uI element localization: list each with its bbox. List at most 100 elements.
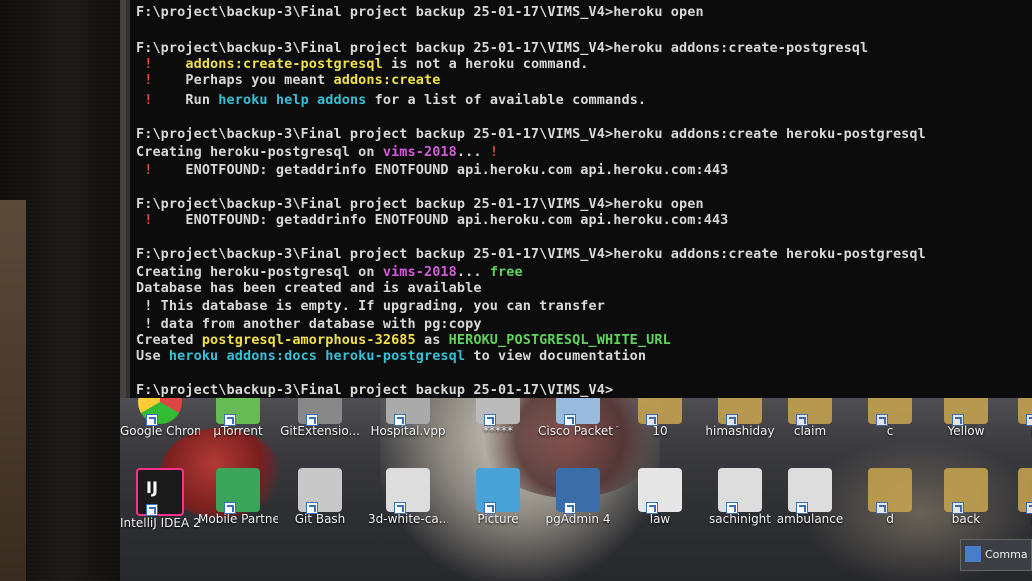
shortcut-arrow-icon	[646, 502, 658, 514]
intellij-icon: IJ	[136, 468, 184, 516]
error-marker: !	[136, 72, 186, 88]
desktop-icon[interactable]: ambulance	[770, 468, 850, 526]
desktop-icon[interactable]: *****	[458, 398, 538, 438]
desktop-icon-label: d	[886, 512, 894, 526]
image-file-icon	[718, 468, 762, 514]
command-prompt-window[interactable]: F:\project\backup-3\Final project backup…	[120, 0, 1032, 398]
desktop-icon-label: µTorrent	[213, 424, 263, 438]
folder-icon	[1018, 468, 1032, 514]
desktop-icon[interactable]: sachinight	[700, 468, 780, 526]
chrome-icon	[138, 398, 182, 426]
terminal-line: ! Perhaps you meant addons:create	[136, 72, 440, 88]
desktop-icon-label: 3d-white-ca...	[368, 512, 448, 526]
terminal-line: ! This database is empty. If upgrading, …	[136, 298, 605, 314]
desktop-icon-label: *****	[483, 424, 513, 438]
desktop-icon[interactable]: Hospital.vpp	[368, 398, 448, 438]
terminal-text: F:\project\backup-3\Final project backup…	[136, 126, 926, 142]
folder-icon	[1018, 398, 1032, 426]
terminal-text: ...	[456, 264, 490, 280]
error-marker: !	[136, 56, 186, 72]
taskbar-command-prompt[interactable]: Comma	[960, 539, 1032, 571]
terminal-line: F:\project\backup-3\Final project backup…	[136, 246, 926, 262]
windows-desktop: Comma Google Chrome µTorrent GitExtensio..…	[120, 398, 1032, 581]
desktop-icon[interactable]: Google Chrome	[120, 398, 200, 438]
git-bash-icon	[298, 468, 342, 514]
desktop-icon-label: Mobile Partner	[198, 512, 278, 526]
shortcut-arrow-icon	[146, 414, 158, 426]
desktop-icon-label: sachinight	[708, 512, 771, 526]
terminal-text: Perhaps you meant	[185, 72, 334, 88]
desktop-icon[interactable]: GitExtensio...	[280, 398, 360, 438]
shortcut-arrow-icon	[394, 502, 406, 514]
shortcut-arrow-icon	[306, 414, 318, 426]
shortcut-arrow-icon	[564, 502, 576, 514]
terminal-line: Created postgresql-amorphous-32685 as HE…	[136, 332, 671, 348]
desktop-icon-label: pgAdmin 4	[545, 512, 611, 526]
desk-edge	[0, 200, 26, 581]
terminal-line: Database has been created and is availab…	[136, 280, 482, 296]
desktop-icon-label: Cisco Packet Tracer	[538, 424, 618, 438]
gitextensions-icon	[298, 398, 342, 426]
error-marker: !	[489, 144, 499, 160]
terminal-line: Use heroku addons:docs heroku-postgresql…	[136, 348, 646, 364]
shortcut-arrow-icon	[726, 414, 738, 426]
shortcut-arrow-icon	[876, 502, 888, 514]
desktop-icon[interactable]: claim	[770, 398, 850, 438]
desktop-icon[interactable]: Yellow	[926, 398, 1006, 438]
terminal-text: is not a heroku command.	[382, 56, 589, 72]
desktop-icon-label: pic	[1000, 512, 1032, 526]
folder-icon	[788, 398, 832, 426]
terminal-text: for a list of available commands.	[366, 92, 647, 108]
shortcut-arrow-icon	[876, 414, 888, 426]
desktop-icon[interactable]: Mobile Partner	[198, 468, 278, 526]
shortcut-arrow-icon	[484, 414, 496, 426]
desktop-icon[interactable]: µTorrent	[198, 398, 278, 438]
terminal-line: F:\project\backup-3\Final project backup…	[136, 382, 613, 398]
shortcut-arrow-icon	[394, 414, 406, 426]
desktop-icon-label: c	[886, 424, 894, 438]
window-edge-glare	[120, 0, 130, 398]
desktop-icon-label: GitExtensio...	[280, 424, 360, 438]
desktop-icon-label: claim	[793, 424, 827, 438]
desktop-icon[interactable]: pgAdmin 4	[538, 468, 618, 526]
terminal-text: Run	[185, 92, 219, 108]
desktop-icon[interactable]: 3d-white-ca...	[368, 468, 448, 526]
shortcut-arrow-icon	[224, 502, 236, 514]
shortcut-arrow-icon	[726, 502, 738, 514]
terminal-text: Created	[136, 332, 202, 348]
vpp-file-icon	[386, 398, 430, 426]
terminal-text: F:\project\backup-3\Final project backup…	[136, 246, 926, 262]
terminal-text: Creating heroku-postgresql on	[136, 144, 383, 160]
desktop-icon[interactable]: law	[620, 468, 700, 526]
shortcut-arrow-icon	[952, 502, 964, 514]
desktop-icon[interactable]: pic	[1000, 398, 1032, 438]
image-file-icon	[386, 468, 430, 514]
terminal-line: F:\project\backup-3\Final project backup…	[136, 40, 868, 56]
desktop-icon[interactable]: pic	[1000, 468, 1032, 526]
desktop-icon[interactable]: Picture	[458, 468, 538, 526]
cmd-icon	[965, 546, 981, 562]
desktop-icon-label: pic	[1000, 424, 1032, 438]
desktop-icon[interactable]: Git Bash	[280, 468, 360, 526]
shortcut-arrow-icon	[306, 502, 318, 514]
terminal-line: ! ENOTFOUND: getaddrinfo ENOTFOUND api.h…	[136, 212, 728, 228]
desktop-icon[interactable]: 10	[620, 398, 700, 438]
desktop-icon-label: Yellow	[947, 424, 985, 438]
desktop-icon-label: law	[649, 512, 671, 526]
desktop-icon[interactable]: c	[850, 398, 930, 438]
desktop-icon-label: IntelliJ IDEA 2017.1.4 x64	[120, 516, 200, 530]
desktop-icon[interactable]: d	[850, 468, 930, 526]
terminal-line: F:\project\backup-3\Final project backup…	[136, 126, 926, 142]
terminal-line: F:\project\backup-3\Final project backup…	[136, 196, 704, 212]
desktop-icon[interactable]: IJIntelliJ IDEA 2017.1.4 x64	[120, 468, 200, 530]
terminal-text: Creating heroku-postgresql on	[136, 264, 383, 280]
desktop-icon[interactable]: Cisco Packet Tracer	[538, 398, 618, 438]
error-marker: !	[136, 162, 186, 178]
desktop-icon[interactable]: himashiday	[700, 398, 780, 438]
pdf-icon	[638, 468, 682, 514]
desktop-icon[interactable]: back	[926, 468, 1006, 526]
terminal-text: F:\project\backup-3\Final project backup…	[136, 40, 869, 56]
shortcut-arrow-icon	[1026, 502, 1032, 514]
terminal-line: Creating heroku-postgresql on vims-2018.…	[136, 144, 498, 160]
terminal-text: free	[489, 264, 523, 280]
